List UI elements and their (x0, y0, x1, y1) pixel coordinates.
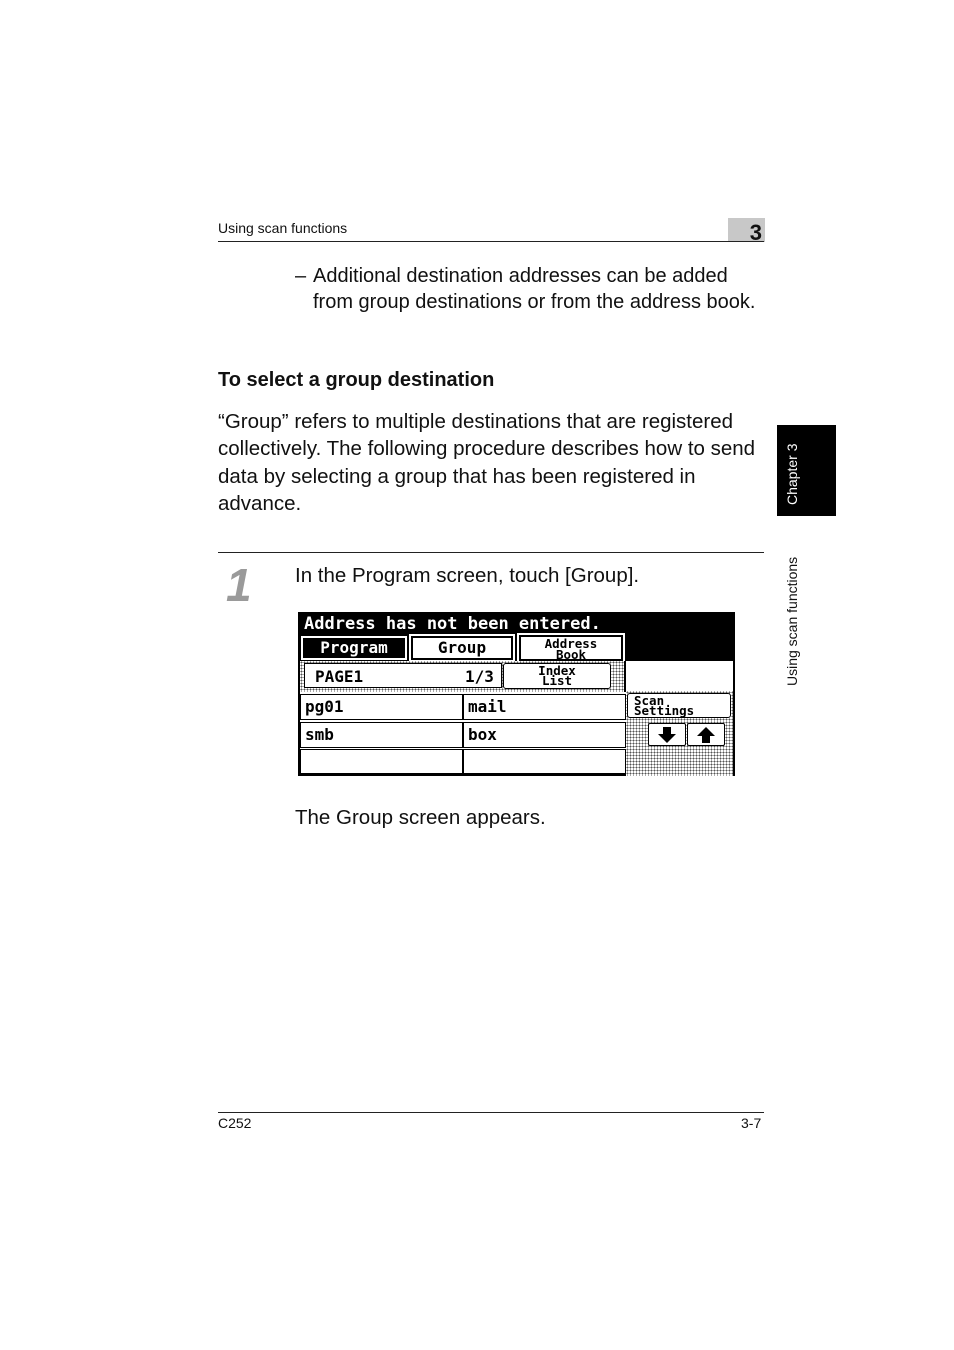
destination-cell[interactable] (300, 749, 463, 774)
footer-page-number: 3-7 (741, 1115, 762, 1131)
scan-settings-button[interactable]: Scan Settings (627, 693, 731, 718)
tab-program[interactable]: Program (301, 636, 407, 660)
footer-rule (218, 1112, 764, 1113)
index-list-line2: List (541, 673, 573, 688)
arrow-up-icon (697, 726, 715, 743)
index-list-button[interactable]: Index List (503, 663, 611, 689)
arrow-down-icon (658, 726, 676, 743)
step-number: 1 (226, 559, 252, 611)
header-rule (218, 241, 764, 242)
step-rule (218, 552, 764, 553)
tab-address-book-line2: Book (555, 647, 587, 662)
right-control-column: Scan Settings (626, 661, 735, 776)
tab-group[interactable]: Group (409, 634, 515, 662)
footer-model: C252 (218, 1115, 252, 1131)
page-counter: 1/3 (465, 667, 494, 686)
destination-cell[interactable]: box (463, 722, 626, 748)
destination-cell[interactable]: smb (300, 722, 463, 748)
step-instruction: In the Program screen, touch [Group]. (295, 564, 640, 587)
bullet-note: – Additional destination addresses can b… (295, 264, 765, 315)
side-tab-section-label: Using scan functions (784, 556, 800, 686)
step-result: The Group screen appears. (295, 806, 546, 829)
destination-cell[interactable]: pg01 (300, 694, 463, 720)
page-indicator: PAGE1 1/3 (304, 663, 502, 688)
status-message: Address has not been entered. (304, 614, 601, 634)
bullet-dash: – (295, 265, 307, 287)
page-row: PAGE1 1/3 Index List (298, 661, 626, 692)
tab-address-book[interactable]: Address Book (517, 633, 625, 663)
running-header-title: Using scan functions (218, 220, 348, 236)
page-label: PAGE1 (315, 667, 364, 686)
message-bar: Address has not been entered. Program Gr… (298, 612, 735, 663)
destination-list: pg01 mail smb box (298, 692, 626, 776)
control-panel-screen: Address has not been entered. Program Gr… (298, 612, 735, 776)
scroll-down-button[interactable] (648, 723, 686, 746)
bullet-text: Additional destination addresses can be … (313, 265, 756, 313)
destination-cell[interactable] (463, 749, 626, 774)
chapter-number-box: 3 (728, 218, 765, 245)
scan-settings-line2: Settings (634, 702, 695, 718)
destination-cell[interactable]: mail (463, 694, 626, 720)
side-tab-chapter-label: Chapter 3 (784, 443, 800, 505)
section-heading: To select a group destination (218, 369, 495, 391)
intro-paragraph: “Group” refers to multiple destinations … (218, 410, 756, 515)
scroll-up-button[interactable] (687, 723, 725, 746)
